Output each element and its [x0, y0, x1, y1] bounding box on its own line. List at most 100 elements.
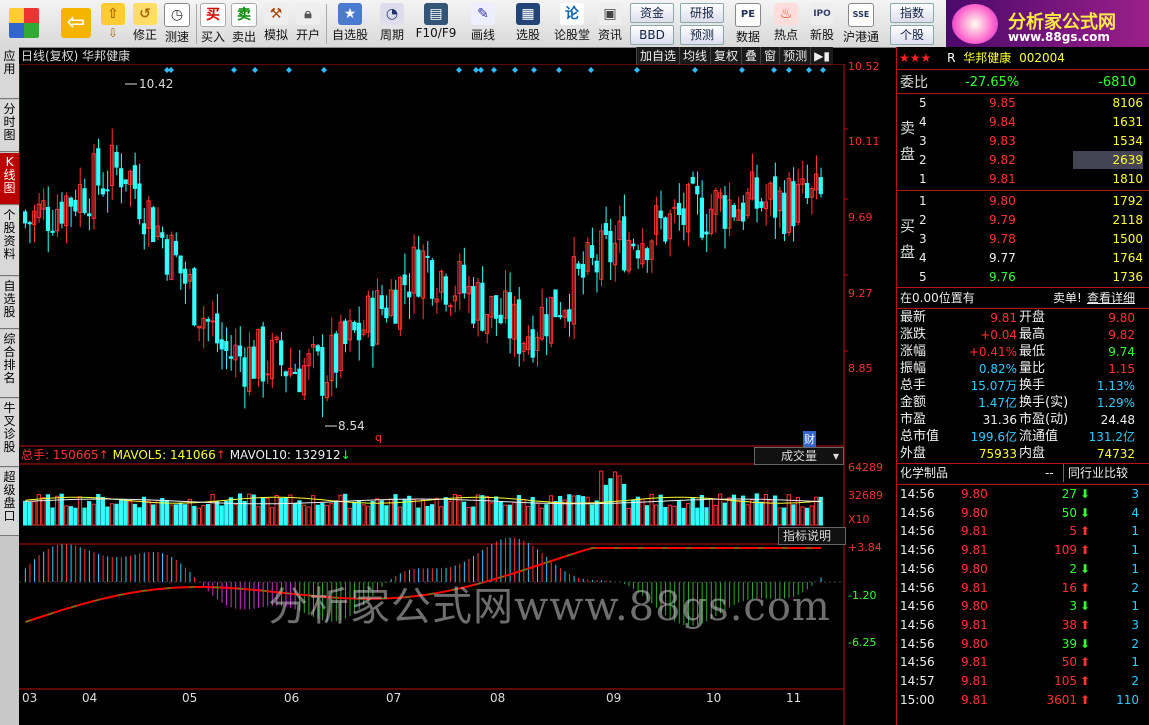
volume-bar: [119, 498, 124, 526]
volume-bar: [352, 501, 357, 526]
stock-button[interactable]: 个股: [890, 25, 934, 45]
volume-bar: [82, 507, 87, 526]
volume-bar: [196, 507, 201, 526]
window-button[interactable]: 窗: [760, 47, 780, 65]
month-label: 09: [606, 691, 622, 705]
down-arrow-icon: ⬇: [1080, 487, 1091, 501]
sell-volume: 1631: [1112, 115, 1143, 129]
stat-value: +0.41%: [968, 345, 1017, 359]
tab-super-quote[interactable]: 超级盘口: [0, 468, 19, 536]
candle-body: [804, 182, 810, 199]
down-arrow-icon: ⬇: [1080, 636, 1091, 651]
fund-button[interactable]: 资金: [630, 3, 674, 23]
ipo-button[interactable]: IPO 新股: [807, 2, 837, 45]
month-label: 03: [22, 691, 38, 705]
candle-body: [82, 188, 87, 214]
candle-body: [740, 202, 746, 222]
data-button[interactable]: PE 数据: [733, 2, 763, 45]
tick-count: 1: [1131, 561, 1139, 576]
fix-button[interactable]: ↺ 修正: [130, 2, 160, 45]
f10-button[interactable]: ▤ F10/F9: [414, 2, 458, 45]
price-frame: [19, 64, 845, 447]
buy-button[interactable]: 买买入: [199, 2, 227, 45]
volume-bar: [754, 493, 759, 526]
candle-body: [676, 202, 682, 216]
tab-kline[interactable]: K线图: [0, 153, 19, 205]
tick-price: 9.81: [961, 617, 988, 632]
predict-button[interactable]: 预测: [779, 47, 811, 65]
tick-row: 14:56 9.81 5 ⬆ 1: [897, 522, 1149, 540]
indicator-select[interactable]: 成交量 ▾: [754, 447, 844, 465]
research-button[interactable]: 研报: [680, 3, 724, 23]
volume-value: 150665: [52, 448, 99, 462]
price-label: 9.69: [848, 211, 873, 224]
tab-watchlist[interactable]: 自选股: [0, 277, 19, 329]
candle-body: [260, 326, 266, 382]
candle-body: [507, 292, 512, 339]
tab-minute-chart[interactable]: 分时图: [0, 100, 19, 152]
add-watch-button[interactable]: 加自选: [636, 47, 680, 65]
menu-logo-icon[interactable]: [6, 2, 42, 45]
industry-label[interactable]: 化学制品: [900, 464, 948, 482]
forecast-button[interactable]: 预测: [680, 25, 724, 45]
stat-key: 总手: [900, 378, 927, 393]
hotspot-button[interactable]: ♨ 热点: [771, 2, 801, 45]
volume-bar: [68, 506, 73, 526]
volume-bar: [228, 497, 233, 526]
diamond-marker-icon: [588, 67, 594, 73]
candle-body: [356, 322, 362, 341]
industry-compare-button[interactable]: 同行业比较: [1063, 464, 1128, 482]
candle-body: [704, 231, 709, 235]
volume-bar: [416, 507, 421, 526]
period-button[interactable]: ◔ 周期: [374, 2, 410, 45]
stock-screen-button[interactable]: ▦ 选股: [508, 2, 548, 45]
volume-bar: [151, 504, 156, 526]
up-down-arrows-icon[interactable]: ⇧ ⇩: [100, 2, 126, 45]
stock-code: 002004: [1019, 51, 1065, 65]
candle-body: [68, 197, 73, 207]
sell-level: 5: [919, 96, 927, 110]
tick-price: 9.80: [961, 487, 988, 501]
tick-price: 9.81: [961, 674, 988, 688]
candle-body: [681, 208, 686, 225]
sell-button[interactable]: 卖卖出: [230, 2, 258, 45]
candle-body: [333, 333, 339, 373]
candle-body: [137, 183, 142, 220]
draw-line-button[interactable]: ✎ 画线: [464, 2, 502, 45]
back-arrow-icon[interactable]: ⇦: [58, 2, 94, 45]
finance-marker-icon[interactable]: 财: [803, 431, 816, 447]
bbd-button[interactable]: BBD: [630, 25, 674, 45]
simulate-button[interactable]: ⚒ 模拟: [262, 2, 290, 45]
candle-body: [215, 313, 220, 344]
watchlist-button[interactable]: ★ 自选股: [330, 2, 370, 45]
adjust-button[interactable]: 复权: [710, 47, 742, 65]
speed-test-button[interactable]: ◷ 测速: [162, 2, 192, 45]
sell-price: 9.81: [989, 172, 1016, 186]
volume-bar: [425, 505, 430, 526]
overlay-button[interactable]: 叠: [741, 47, 761, 65]
forum-button[interactable]: 论论股堂: [552, 2, 592, 45]
volume-bar: [292, 502, 298, 526]
ma-button[interactable]: 均线: [679, 47, 711, 65]
stat-row: 总市值 199.6亿 流通值 131.2亿: [897, 428, 1149, 446]
menu-arrow-icon[interactable]: ▶▮: [810, 47, 833, 65]
tab-stock-info[interactable]: 个股资料: [0, 206, 19, 276]
tab-diagnosis[interactable]: 牛叉诊股: [0, 399, 19, 467]
buy-price: 9.76: [989, 270, 1016, 284]
tick-row: 14:56 9.81 38 ⬆ 3: [897, 616, 1149, 634]
hk-connect-button[interactable]: SSE 沪港通: [841, 2, 881, 45]
volume-bar: [320, 502, 325, 526]
volume-bar: [663, 506, 668, 526]
volume-bar: [603, 484, 608, 526]
volume-label: 总手: [21, 448, 46, 462]
index-button[interactable]: 指数: [890, 3, 934, 23]
stat-key: 换手(实): [1019, 395, 1069, 410]
open-account-button[interactable]: 🔒︎ 开户: [294, 2, 322, 45]
volume-bar: [795, 496, 801, 526]
sell-volume: 1810: [1112, 172, 1143, 186]
indicator-help-button[interactable]: 指标说明: [778, 527, 846, 545]
view-detail-link[interactable]: 查看详细: [1087, 289, 1135, 307]
news-button[interactable]: ▣ 资讯: [596, 2, 624, 45]
tab-apps[interactable]: 应用: [0, 47, 19, 99]
tab-ranking[interactable]: 综合排名: [0, 330, 19, 398]
